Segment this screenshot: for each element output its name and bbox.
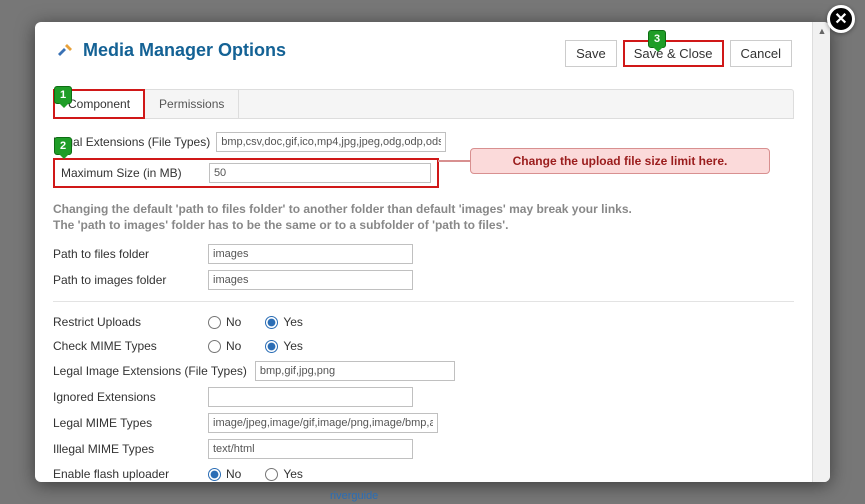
callout-connector [438, 160, 470, 162]
close-icon[interactable]: ✕ [827, 5, 855, 33]
tools-icon [55, 41, 75, 61]
callout-box: Change the upload file size limit here. [470, 148, 770, 174]
page-title: Media Manager Options [55, 40, 286, 61]
path-images-input[interactable] [208, 270, 413, 290]
ignored-ext-label: Ignored Extensions [53, 390, 208, 404]
check-mime-label: Check MIME Types [53, 339, 208, 353]
legal-mime-input[interactable] [208, 413, 438, 433]
ignored-ext-input[interactable] [208, 387, 413, 407]
modal-dialog: ▲ Media Manager Options Save Save & Clos… [35, 22, 830, 482]
path-files-label: Path to files folder [53, 247, 208, 261]
flash-no[interactable]: No [208, 467, 241, 481]
legal-img-ext-label: Legal Image Extensions (File Types) [53, 364, 247, 378]
path-images-label: Path to images folder [53, 273, 208, 287]
max-size-label: Maximum Size (in MB) [61, 166, 209, 180]
restrict-label: Restrict Uploads [53, 315, 208, 329]
footer-link[interactable]: riverguide [330, 490, 378, 502]
tab-permissions[interactable]: Permissions [145, 90, 239, 118]
scrollbar[interactable]: ▲ [812, 22, 830, 482]
illegal-mime-input[interactable] [208, 439, 413, 459]
toolbar: Save Save & Close Cancel [565, 40, 792, 67]
save-close-button[interactable]: Save & Close [623, 40, 724, 67]
save-button[interactable]: Save [565, 40, 617, 67]
flash-label: Enable flash uploader [53, 467, 208, 481]
flash-yes[interactable]: Yes [265, 467, 303, 481]
step-badge-3: 3 [648, 30, 666, 48]
legal-ext-label: Legal Extensions (File Types) [53, 135, 210, 149]
legal-img-ext-input[interactable] [255, 361, 455, 381]
check-mime-no[interactable]: No [208, 339, 241, 353]
divider [53, 301, 794, 302]
path-files-input[interactable] [208, 244, 413, 264]
max-size-input[interactable] [209, 163, 431, 183]
step-badge-1: 1 [54, 86, 72, 104]
restrict-yes[interactable]: Yes [265, 315, 303, 329]
step-badge-2: 2 [54, 137, 72, 155]
legal-mime-label: Legal MIME Types [53, 416, 208, 430]
legal-ext-input[interactable] [216, 132, 446, 152]
illegal-mime-label: Illegal MIME Types [53, 442, 208, 456]
warning-note: Changing the default 'path to files fold… [53, 201, 794, 233]
cancel-button[interactable]: Cancel [730, 40, 792, 67]
check-mime-yes[interactable]: Yes [265, 339, 303, 353]
restrict-no[interactable]: No [208, 315, 241, 329]
tabs: Component Permissions [53, 89, 794, 119]
